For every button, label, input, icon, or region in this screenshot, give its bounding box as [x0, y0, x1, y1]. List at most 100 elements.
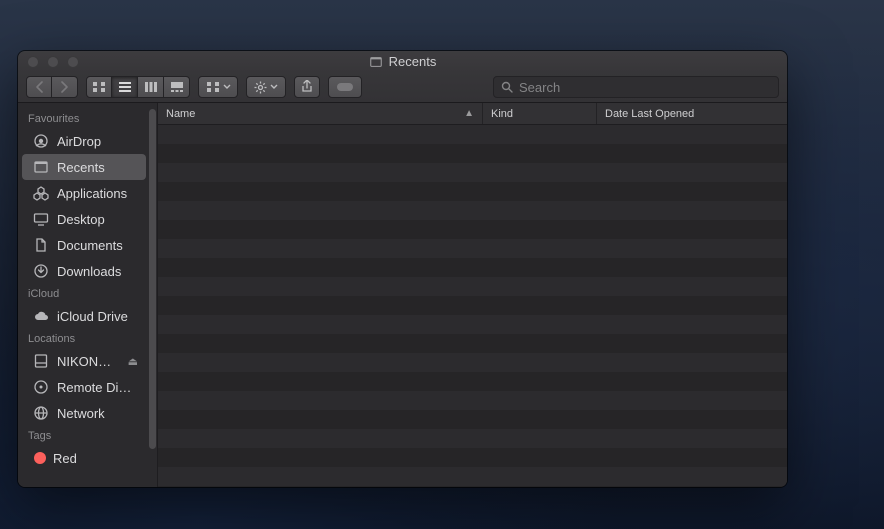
sort-ascending-icon: ▲ [464, 108, 474, 119]
table-row[interactable] [158, 334, 787, 353]
column-header-name-label: Name [166, 108, 195, 120]
table-row[interactable] [158, 182, 787, 201]
forward-button[interactable] [52, 76, 78, 98]
table-row[interactable] [158, 486, 787, 487]
chevron-left-icon [35, 81, 44, 93]
network-icon [32, 404, 50, 422]
group-icon [206, 81, 220, 93]
sidebar-item-label: Remote Di… [57, 380, 138, 395]
sidebar-item-downloads[interactable]: Downloads [18, 258, 148, 284]
table-row[interactable] [158, 258, 787, 277]
list-icon [118, 81, 132, 93]
chevron-right-icon [60, 81, 69, 93]
sidebar-item-desktop[interactable]: Desktop [18, 206, 148, 232]
disk-icon [32, 352, 50, 370]
table-row[interactable] [158, 429, 787, 448]
sidebar: Favourites AirDrop Recents Applications Desk… [18, 103, 158, 487]
sidebar-item-airdrop[interactable]: AirDrop [18, 128, 148, 154]
table-row[interactable] [158, 353, 787, 372]
window-body: Favourites AirDrop Recents Applications Desk… [18, 103, 787, 487]
sidebar-item-label: Red [53, 451, 138, 466]
eject-icon[interactable]: ⏏ [128, 355, 138, 368]
titlebar[interactable]: Recents [18, 51, 787, 72]
sidebar-item-recents[interactable]: Recents [22, 154, 146, 180]
view-switcher [86, 76, 190, 98]
sidebar-item-label: Applications [57, 186, 138, 201]
minimize-button[interactable] [47, 56, 59, 68]
close-button[interactable] [27, 56, 39, 68]
column-header-name[interactable]: Name ▲ [158, 103, 483, 124]
view-icons-button[interactable] [86, 76, 112, 98]
table-row[interactable] [158, 144, 787, 163]
desktop-icon [32, 210, 50, 228]
remote-disc-icon [32, 378, 50, 396]
table-row[interactable] [158, 163, 787, 182]
group-by-button[interactable] [198, 76, 238, 98]
action-button[interactable] [246, 76, 286, 98]
back-button[interactable] [26, 76, 52, 98]
view-gallery-button[interactable] [164, 76, 190, 98]
sidebar-item-red[interactable]: Red [18, 445, 148, 471]
documents-icon [32, 236, 50, 254]
table-row[interactable] [158, 220, 787, 239]
columns-icon [144, 81, 158, 93]
group-by-button-group [198, 76, 238, 98]
gallery-icon [170, 81, 184, 93]
sidebar-section-label: iCloud [18, 284, 148, 303]
sidebar-item-label: Documents [57, 238, 138, 253]
cloud-icon [32, 307, 50, 325]
table-row[interactable] [158, 315, 787, 334]
sidebar-item-applications[interactable]: Applications [18, 180, 148, 206]
column-header-date-label: Date Last Opened [605, 108, 694, 120]
nav-buttons [26, 76, 78, 98]
window-title-text: Recents [389, 54, 437, 69]
table-row[interactable] [158, 448, 787, 467]
table-row[interactable] [158, 125, 787, 144]
file-list: Name ▲ Kind Date Last Opened [158, 103, 787, 487]
sidebar-item-label: Desktop [57, 212, 138, 227]
table-row[interactable] [158, 391, 787, 410]
column-headers: Name ▲ Kind Date Last Opened [158, 103, 787, 125]
toolbar [18, 72, 787, 103]
share-button[interactable] [294, 76, 320, 98]
sidebar-item-icloud-drive[interactable]: iCloud Drive [18, 303, 148, 329]
table-row[interactable] [158, 296, 787, 315]
search-icon [501, 81, 513, 93]
sidebar-item-nikon-[interactable]: NIKON… ⏏ [18, 348, 148, 374]
sidebar-item-documents[interactable]: Documents [18, 232, 148, 258]
zoom-button[interactable] [67, 56, 79, 68]
share-icon [301, 80, 313, 94]
sidebar-scrollbar[interactable] [149, 109, 156, 487]
sidebar-item-label: NIKON… [57, 354, 121, 369]
sidebar-item-label: AirDrop [57, 134, 138, 149]
traffic-lights [27, 56, 79, 68]
sidebar-item-label: Recents [57, 160, 136, 175]
table-row[interactable] [158, 372, 787, 391]
tag-icon [336, 82, 354, 92]
table-row[interactable] [158, 239, 787, 258]
table-row[interactable] [158, 201, 787, 220]
view-columns-button[interactable] [138, 76, 164, 98]
recents-icon [32, 158, 50, 176]
search-input[interactable] [519, 80, 771, 95]
downloads-icon [32, 262, 50, 280]
view-list-button[interactable] [112, 76, 138, 98]
table-row[interactable] [158, 277, 787, 296]
airdrop-icon [32, 132, 50, 150]
sidebar-section-label: Favourites [18, 109, 148, 128]
table-row[interactable] [158, 467, 787, 486]
column-header-date[interactable]: Date Last Opened [597, 103, 787, 124]
sidebar-section-label: Locations [18, 329, 148, 348]
file-rows[interactable] [158, 125, 787, 487]
sidebar-item-network[interactable]: Network [18, 400, 148, 426]
table-row[interactable] [158, 410, 787, 429]
sidebar-item-remote-di-[interactable]: Remote Di… [18, 374, 148, 400]
action-button-group [246, 76, 286, 98]
sidebar-item-label: Network [57, 406, 138, 421]
tags-button[interactable] [328, 76, 362, 98]
search-field[interactable] [493, 76, 779, 98]
scrollbar-thumb[interactable] [149, 109, 156, 449]
tag-red-icon [34, 452, 46, 464]
chevron-down-icon [270, 84, 278, 90]
column-header-kind[interactable]: Kind [483, 103, 597, 124]
